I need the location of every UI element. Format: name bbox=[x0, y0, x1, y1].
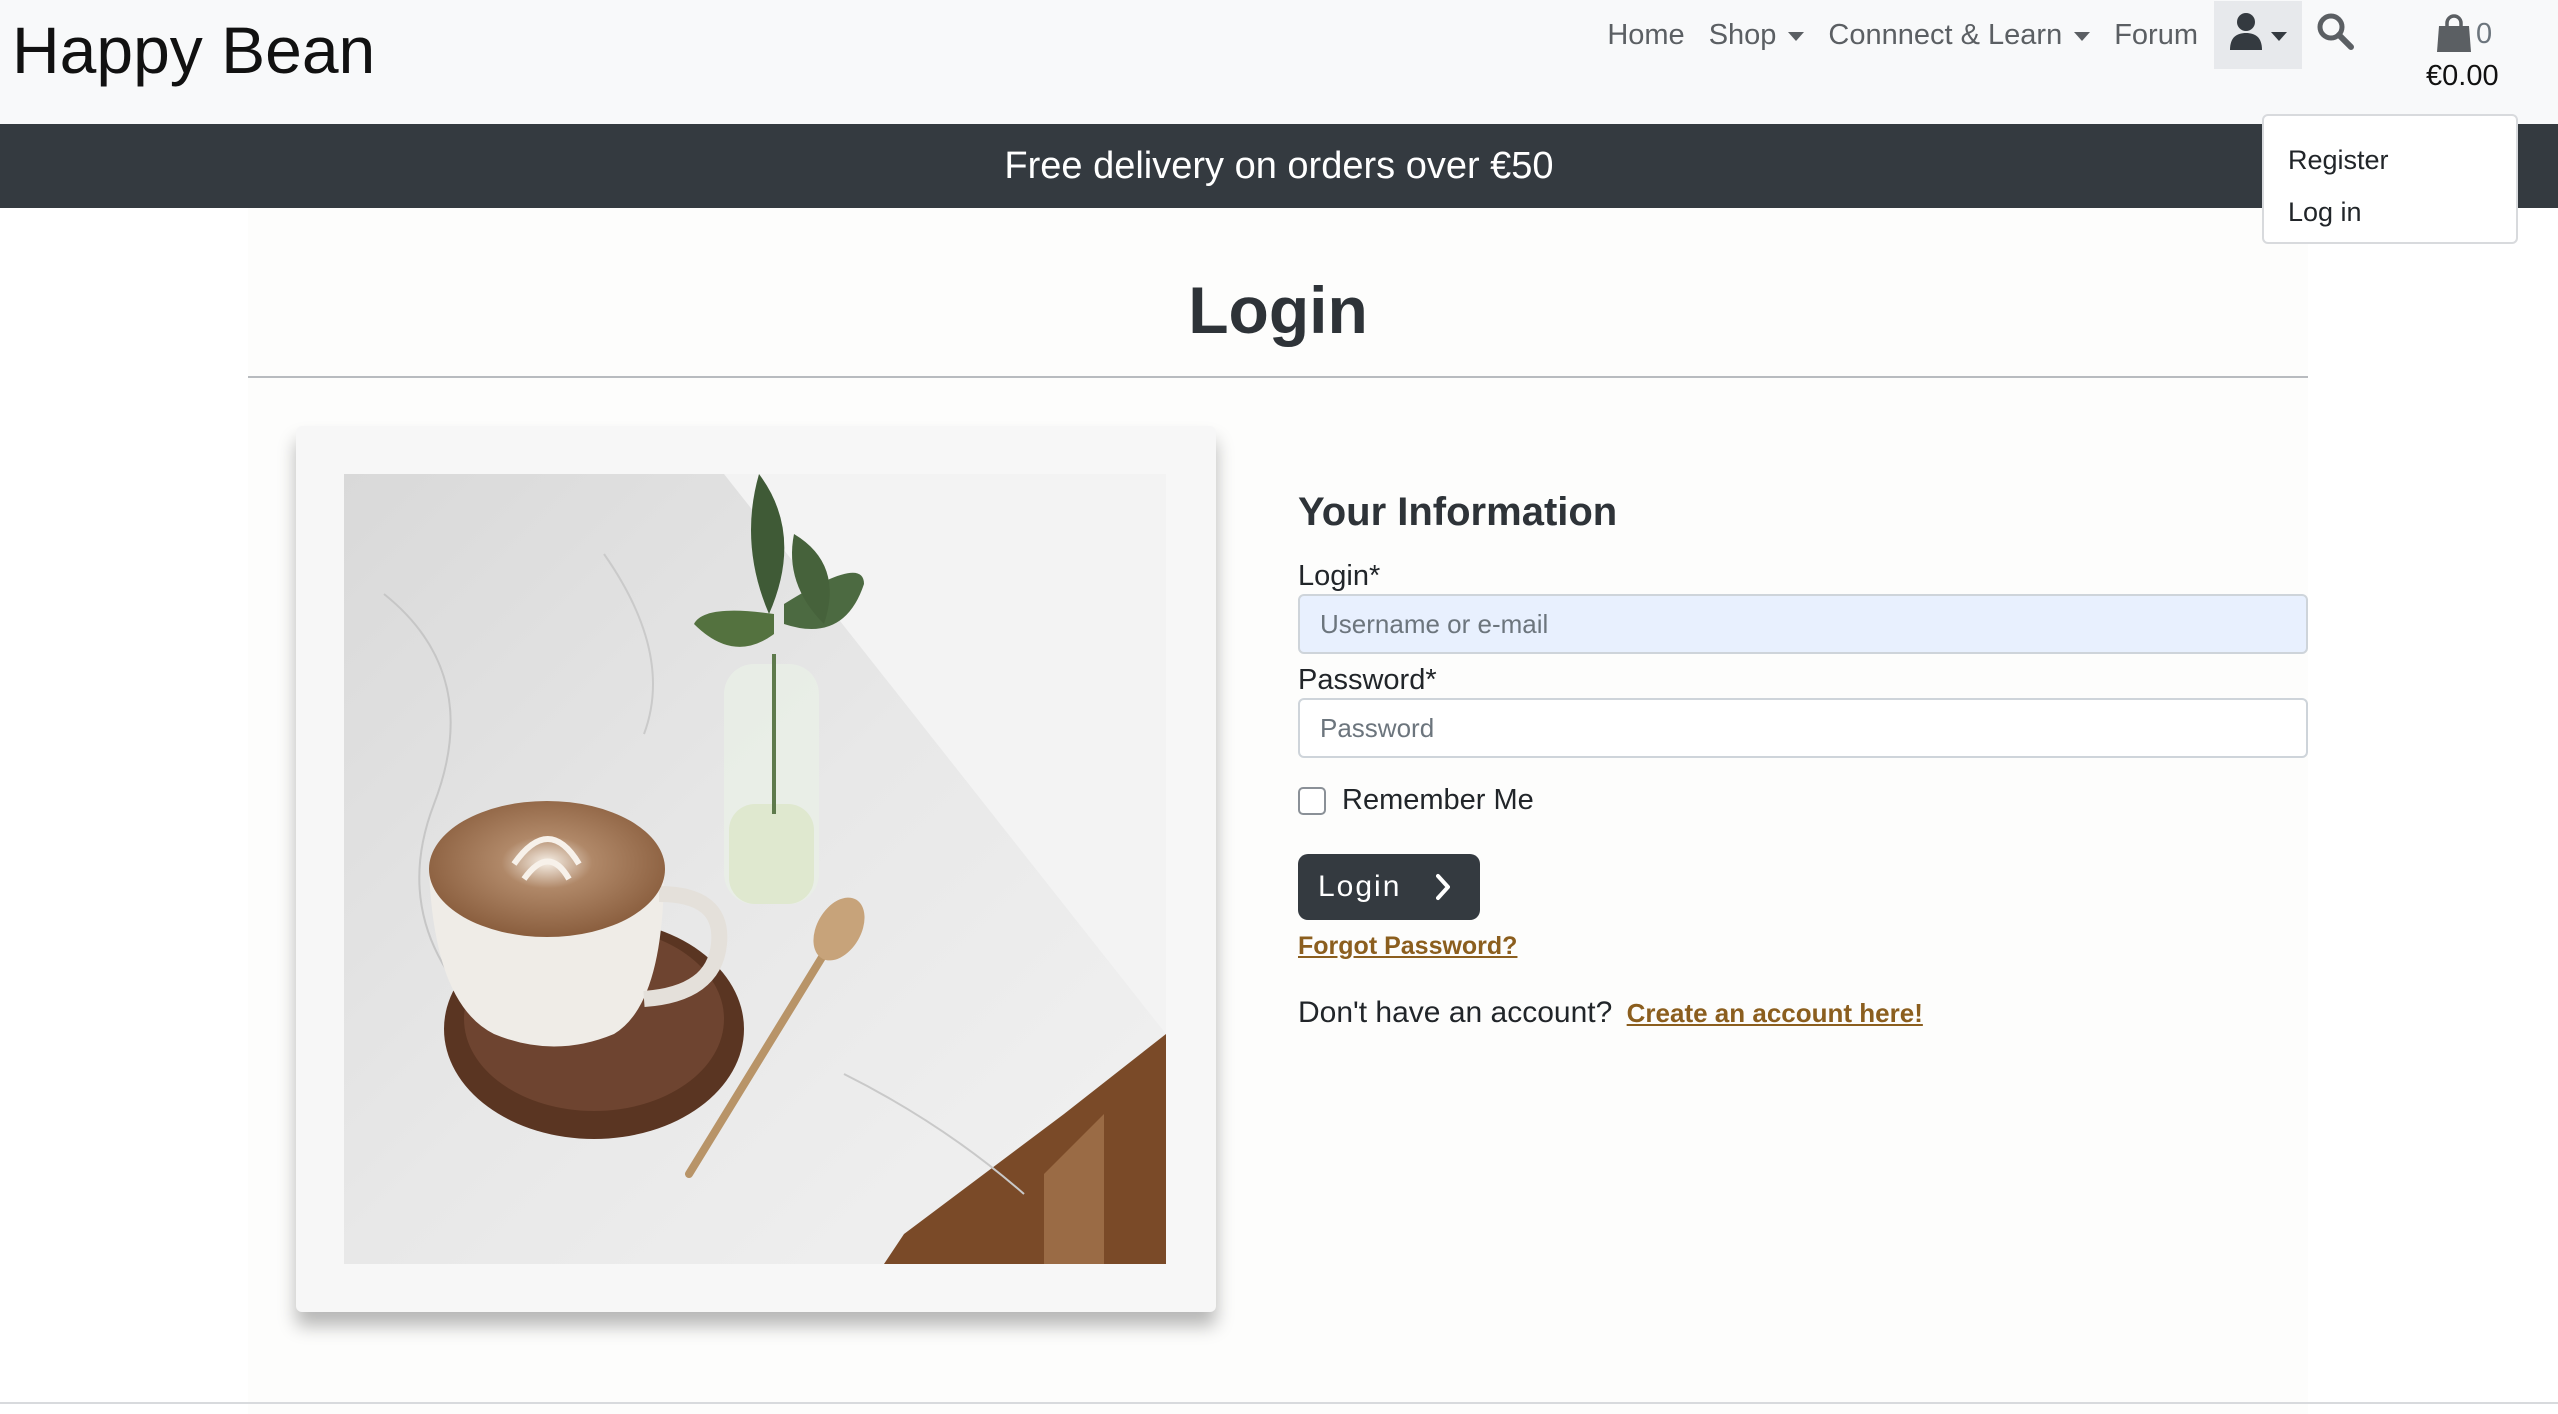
forgot-password-link[interactable]: Forgot Password? bbox=[1298, 932, 1517, 961]
login-submit-button[interactable]: Login bbox=[1298, 854, 1480, 920]
nav-connect-label: Connnect & Learn bbox=[1828, 18, 2063, 51]
shopping-bag-icon bbox=[2436, 14, 2472, 59]
search-icon bbox=[2316, 12, 2354, 58]
nav-forum-link[interactable]: Forum bbox=[2102, 0, 2210, 70]
nav-shop-dropdown[interactable]: Shop bbox=[1697, 0, 1817, 70]
dropdown-item-login[interactable]: Log in bbox=[2264, 186, 2516, 238]
password-input[interactable]: Password bbox=[1298, 698, 2308, 758]
delivery-banner: Free delivery on orders over €50 bbox=[0, 124, 2558, 208]
no-account-text: Don't have an account? bbox=[1298, 996, 1613, 1029]
top-navbar: Happy Bean Home Shop Connnect & Learn Fo… bbox=[0, 0, 2558, 124]
create-account-link[interactable]: Create an account here! bbox=[1627, 998, 1923, 1028]
nav-connect-dropdown[interactable]: Connnect & Learn bbox=[1816, 0, 2102, 70]
caret-down-icon bbox=[1788, 31, 1805, 41]
remember-me-checkbox[interactable] bbox=[1298, 786, 1326, 815]
shopping-bag-button[interactable]: 0 €0.00 bbox=[2426, 12, 2516, 102]
remember-me-row: Remember Me bbox=[1298, 784, 1534, 817]
coffee-photo bbox=[344, 474, 1166, 1264]
password-input-placeholder: Password bbox=[1320, 712, 1435, 743]
login-input[interactable]: Username or e-mail bbox=[1298, 594, 2308, 654]
remember-me-label[interactable]: Remember Me bbox=[1342, 784, 1534, 817]
page-title: Login bbox=[1188, 273, 1368, 347]
account-dropdown-toggle[interactable] bbox=[2214, 1, 2302, 69]
divider bbox=[248, 376, 2308, 378]
login-page: Login Your Information Login* Username o… bbox=[248, 208, 2308, 1414]
chevron-right-icon bbox=[1436, 872, 1450, 902]
bag-count: 0 bbox=[2476, 18, 2493, 50]
create-account-row: Don't have an account? Create an account… bbox=[1298, 996, 1923, 1030]
bag-total: €0.00 bbox=[2426, 60, 2499, 92]
account-dropdown-menu: Register Log in bbox=[2262, 114, 2518, 244]
password-label: Password* bbox=[1298, 664, 1437, 696]
section-title: Your Information bbox=[1298, 490, 1618, 534]
login-submit-label: Login bbox=[1318, 870, 1402, 903]
caret-down-icon bbox=[2074, 31, 2091, 41]
brand-logo[interactable]: Happy Bean bbox=[12, 10, 375, 90]
image-card bbox=[296, 426, 1216, 1312]
main-nav: Home Shop Connnect & Learn Forum bbox=[1595, 0, 2368, 70]
nav-home-link[interactable]: Home bbox=[1595, 0, 1696, 70]
login-label: Login* bbox=[1298, 560, 1381, 592]
dropdown-item-register[interactable]: Register bbox=[2264, 134, 2516, 186]
footer-divider bbox=[0, 1402, 2558, 1404]
login-input-placeholder: Username or e-mail bbox=[1320, 608, 1549, 639]
caret-down-icon bbox=[2271, 31, 2287, 41]
nav-shop-label: Shop bbox=[1708, 18, 1777, 51]
delivery-banner-text: Free delivery on orders over €50 bbox=[1004, 144, 1554, 187]
user-icon bbox=[2229, 12, 2263, 58]
search-button[interactable] bbox=[2302, 0, 2368, 70]
